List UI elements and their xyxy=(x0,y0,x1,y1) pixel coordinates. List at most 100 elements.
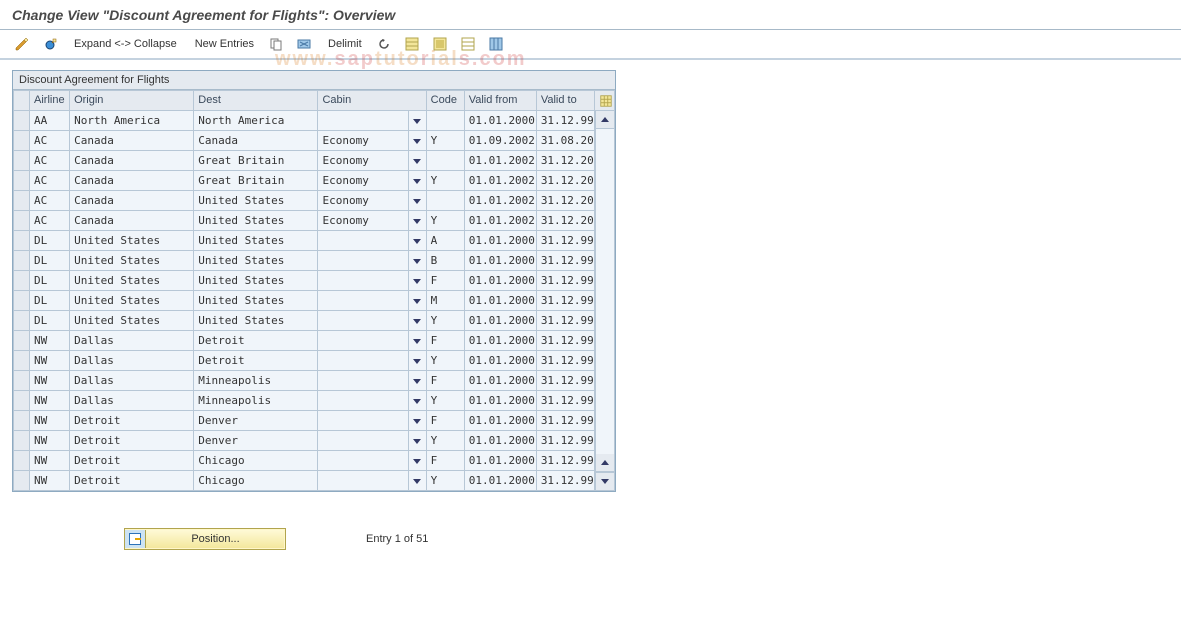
cell-code[interactable] xyxy=(426,191,464,211)
row-selector[interactable] xyxy=(14,111,30,131)
cell-origin[interactable]: Detroit xyxy=(70,431,194,451)
cabin-dropdown-button[interactable] xyxy=(408,211,426,231)
scroll-down-button[interactable] xyxy=(596,472,614,490)
delete-icon[interactable] xyxy=(292,32,316,56)
cell-valid-from[interactable]: 01.01.2002 xyxy=(464,151,536,171)
cell-dest[interactable]: Detroit xyxy=(194,331,318,351)
cell-airline[interactable]: NW xyxy=(30,371,70,391)
cabin-dropdown-button[interactable] xyxy=(408,431,426,451)
table-row[interactable]: ACCanadaGreat BritainEconomy01.01.200231… xyxy=(14,151,615,171)
select-all-icon[interactable] xyxy=(400,32,424,56)
column-header-valid-from[interactable]: Valid from xyxy=(464,91,536,111)
cabin-dropdown-button[interactable] xyxy=(408,111,426,131)
delimit-button[interactable]: Delimit xyxy=(320,38,370,50)
cabin-dropdown-button[interactable] xyxy=(408,411,426,431)
row-selector[interactable] xyxy=(14,331,30,351)
cabin-dropdown-button[interactable] xyxy=(408,151,426,171)
table-row[interactable]: NWDetroitChicagoF01.01.200031.12.999 xyxy=(14,451,615,471)
table-row[interactable]: NWDallasDetroitY01.01.200031.12.999 xyxy=(14,351,615,371)
cell-dest[interactable]: United States xyxy=(194,191,318,211)
cell-code[interactable] xyxy=(426,151,464,171)
table-row[interactable]: NWDallasMinneapolisF01.01.200031.12.999 xyxy=(14,371,615,391)
cell-valid-to[interactable]: 31.12.999 xyxy=(536,371,594,391)
table-row[interactable]: DLUnited StatesUnited StatesF01.01.20003… xyxy=(14,271,615,291)
row-selector[interactable] xyxy=(14,291,30,311)
cabin-dropdown-button[interactable] xyxy=(408,251,426,271)
cell-code[interactable]: Y xyxy=(426,311,464,331)
cell-code[interactable]: Y xyxy=(426,351,464,371)
table-row[interactable]: DLUnited StatesUnited StatesM01.01.20003… xyxy=(14,291,615,311)
cabin-dropdown-button[interactable] xyxy=(408,331,426,351)
cell-valid-to[interactable]: 31.12.200 xyxy=(536,211,594,231)
cell-airline[interactable]: DL xyxy=(30,271,70,291)
cell-code[interactable]: Y xyxy=(426,171,464,191)
cell-valid-to[interactable]: 31.12.200 xyxy=(536,171,594,191)
cabin-dropdown-button[interactable] xyxy=(408,291,426,311)
cell-cabin[interactable] xyxy=(318,111,408,131)
row-selector[interactable] xyxy=(14,411,30,431)
cell-valid-to[interactable]: 31.12.999 xyxy=(536,111,594,131)
cell-dest[interactable]: Great Britain xyxy=(194,151,318,171)
cabin-dropdown-button[interactable] xyxy=(408,451,426,471)
cell-valid-from[interactable]: 01.01.2000 xyxy=(464,431,536,451)
table-row[interactable]: NWDetroitDenverF01.01.200031.12.999 xyxy=(14,411,615,431)
cell-valid-from[interactable]: 01.01.2000 xyxy=(464,331,536,351)
cell-airline[interactable]: NW xyxy=(30,391,70,411)
cell-valid-from[interactable]: 01.01.2002 xyxy=(464,191,536,211)
cell-dest[interactable]: United States xyxy=(194,311,318,331)
cell-airline[interactable]: DL xyxy=(30,311,70,331)
cell-valid-from[interactable]: 01.01.2000 xyxy=(464,351,536,371)
scroll-up-button[interactable] xyxy=(596,111,614,129)
cell-valid-to[interactable]: 31.12.999 xyxy=(536,331,594,351)
cell-origin[interactable]: United States xyxy=(70,311,194,331)
cabin-dropdown-button[interactable] xyxy=(408,351,426,371)
cell-cabin[interactable] xyxy=(318,471,408,491)
cell-code[interactable]: F xyxy=(426,371,464,391)
row-selector[interactable] xyxy=(14,351,30,371)
cabin-dropdown-button[interactable] xyxy=(408,231,426,251)
cell-cabin[interactable] xyxy=(318,251,408,271)
cell-dest[interactable]: Canada xyxy=(194,131,318,151)
cell-airline[interactable]: NW xyxy=(30,351,70,371)
cell-valid-to[interactable]: 31.08.200 xyxy=(536,131,594,151)
cell-origin[interactable]: United States xyxy=(70,291,194,311)
cell-origin[interactable]: United States xyxy=(70,231,194,251)
cell-valid-to[interactable]: 31.12.999 xyxy=(536,391,594,411)
cell-code[interactable]: Y xyxy=(426,211,464,231)
scroll-track[interactable] xyxy=(596,129,614,454)
cell-origin[interactable]: Detroit xyxy=(70,471,194,491)
row-selector[interactable] xyxy=(14,431,30,451)
cell-valid-from[interactable]: 01.01.2000 xyxy=(464,311,536,331)
cabin-dropdown-button[interactable] xyxy=(408,131,426,151)
row-selector[interactable] xyxy=(14,391,30,411)
cell-valid-from[interactable]: 01.01.2000 xyxy=(464,231,536,251)
row-selector[interactable] xyxy=(14,151,30,171)
row-selector[interactable] xyxy=(14,451,30,471)
table-row[interactable]: NWDetroitChicagoY01.01.200031.12.999 xyxy=(14,471,615,491)
column-header-origin[interactable]: Origin xyxy=(70,91,194,111)
cell-origin[interactable]: United States xyxy=(70,271,194,291)
cell-valid-to[interactable]: 31.12.999 xyxy=(536,431,594,451)
table-row[interactable]: NWDallasDetroitF01.01.200031.12.999 xyxy=(14,331,615,351)
cell-valid-to[interactable]: 31.12.999 xyxy=(536,291,594,311)
cell-valid-to[interactable]: 31.12.999 xyxy=(536,351,594,371)
cell-cabin[interactable] xyxy=(318,351,408,371)
cell-code[interactable]: Y xyxy=(426,391,464,411)
cell-origin[interactable]: United States xyxy=(70,251,194,271)
cell-code[interactable]: M xyxy=(426,291,464,311)
column-header-valid-to[interactable]: Valid to xyxy=(536,91,594,111)
cell-origin[interactable]: Dallas xyxy=(70,351,194,371)
cell-cabin[interactable] xyxy=(318,271,408,291)
cell-airline[interactable]: NW xyxy=(30,411,70,431)
cell-valid-to[interactable]: 31.12.999 xyxy=(536,231,594,251)
cell-valid-from[interactable]: 01.01.2000 xyxy=(464,451,536,471)
cell-valid-to[interactable]: 31.12.200 xyxy=(536,191,594,211)
row-selector[interactable] xyxy=(14,271,30,291)
row-selector[interactable] xyxy=(14,231,30,251)
table-row[interactable]: ACCanadaCanadaEconomyY01.09.200231.08.20… xyxy=(14,131,615,151)
column-header-cabin[interactable]: Cabin xyxy=(318,91,426,111)
cell-dest[interactable]: Denver xyxy=(194,431,318,451)
cell-valid-from[interactable]: 01.01.2000 xyxy=(464,291,536,311)
copy-as-icon[interactable] xyxy=(264,32,288,56)
column-header-select[interactable] xyxy=(14,91,30,111)
